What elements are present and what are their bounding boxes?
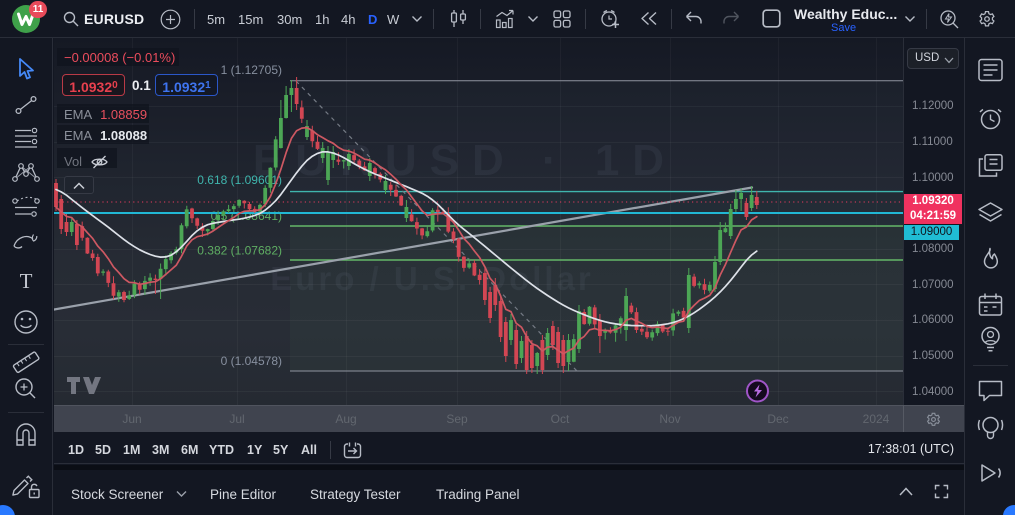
svg-text:0 (1.04578): 0 (1.04578) bbox=[221, 354, 282, 368]
svg-text:Euro / U.S. Dollar: Euro / U.S. Dollar bbox=[270, 260, 594, 297]
svg-text:0.382 (1.07682): 0.382 (1.07682) bbox=[197, 244, 282, 258]
svg-text:1 (1.12705): 1 (1.12705) bbox=[221, 63, 282, 77]
